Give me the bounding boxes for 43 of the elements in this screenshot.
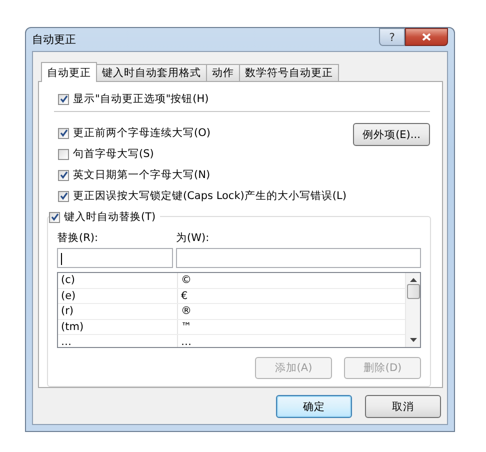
tab[interactable]: 键入时自动套用格式 — [96, 64, 207, 81]
text-cursor — [61, 253, 62, 265]
table-cell-text: … — [180, 335, 192, 347]
scroll-up-icon[interactable] — [410, 278, 416, 282]
table-cell: (c) — [58, 273, 178, 288]
close-icon — [422, 33, 431, 41]
checkbox[interactable] — [58, 148, 69, 160]
checkbox[interactable] — [58, 170, 69, 180]
table-cell-text: ® — [180, 304, 192, 318]
scroll-down-icon[interactable] — [410, 338, 416, 342]
window-title: 自动更正 — [32, 32, 77, 47]
close-button[interactable] — [405, 28, 448, 46]
checkbox[interactable] — [58, 190, 69, 202]
table-cell: … — [58, 335, 178, 347]
replace-label: 替换(R): — [57, 231, 100, 245]
table-cell: (r) — [58, 304, 178, 318]
checkbox-label: 更正前两个字母连续大写(O) — [73, 126, 210, 140]
checkbox-label: 英文日期第一个字母大写(N) — [73, 168, 210, 182]
table-cell-text: © — [180, 273, 192, 288]
checkbox-label: 显示"自动更正选项"按钮(H) — [73, 92, 209, 106]
tab[interactable]: 动作 — [206, 64, 240, 81]
checkbox-label: 更正因误按大写锁定键(Caps Lock)产生的大小写错误(L) — [73, 189, 346, 203]
replacement-list[interactable]: (c) © (e) € (r) ® (tm) ™ … … — [57, 272, 421, 348]
table-cell-text: ™ — [180, 320, 192, 334]
tab[interactable]: 自动更正 — [41, 62, 97, 82]
table-cell: (tm) — [58, 320, 178, 334]
with-field[interactable] — [176, 248, 421, 268]
checkbox[interactable] — [58, 128, 69, 138]
with-label: 为(W): — [176, 231, 210, 245]
dialog-button[interactable]: 取消 — [365, 395, 441, 418]
tab[interactable]: 数学符号自动更正 — [239, 64, 339, 81]
exceptions-button[interactable]: 例外项(E)... — [353, 123, 430, 146]
group-title: 键入时自动替换(T) — [64, 210, 156, 224]
checkbox-label: 句首字母大写(S) — [73, 147, 154, 161]
checkbox[interactable] — [58, 94, 69, 104]
help-button[interactable]: ? — [379, 28, 405, 46]
dialog-button[interactable]: 确定 — [276, 395, 352, 418]
scroll-thumb[interactable] — [406, 284, 420, 299]
table-cell: (e) — [58, 288, 178, 303]
checkbox[interactable] — [49, 212, 60, 222]
scrollbar[interactable] — [405, 273, 420, 347]
replace-field[interactable] — [57, 248, 173, 268]
table-cell-text: € — [180, 288, 188, 303]
